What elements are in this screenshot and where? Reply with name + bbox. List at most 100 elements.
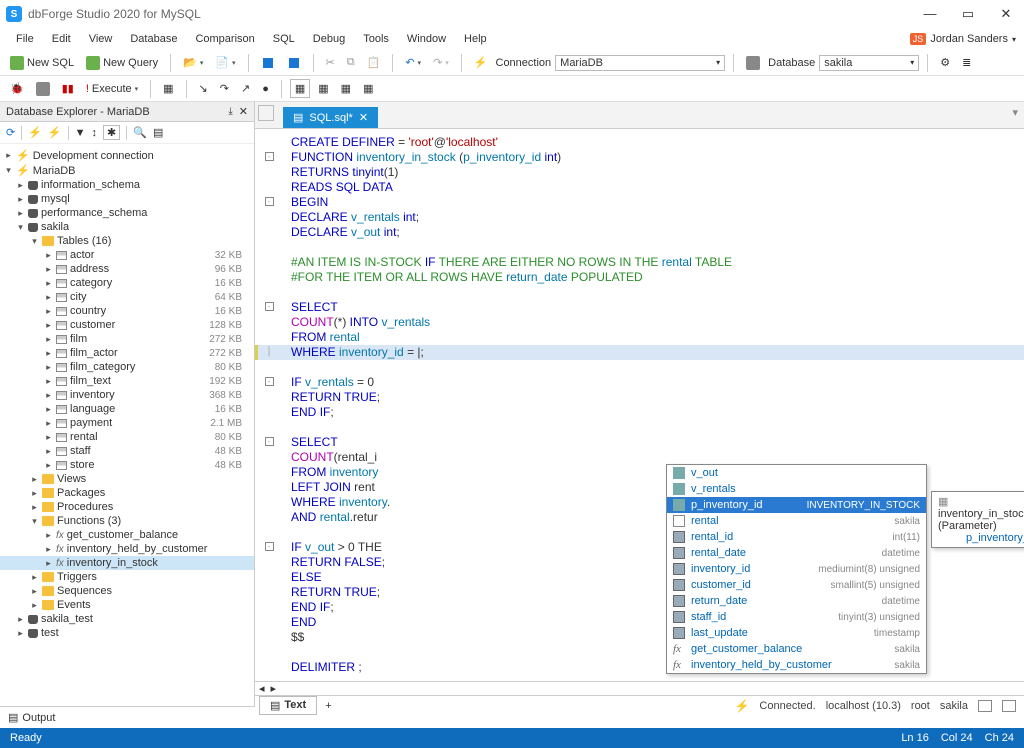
menu-database[interactable]: Database [122, 31, 185, 47]
view-icon-1[interactable] [978, 700, 992, 712]
activity-button[interactable]: ≣ [958, 54, 975, 71]
tree-node[interactable]: Triggers [57, 571, 97, 583]
layout-button[interactable]: ▦ [159, 80, 177, 97]
tree-node[interactable]: sakila_test [41, 613, 93, 625]
autocomplete-item[interactable]: customer_idsmallint(5) unsigned [667, 577, 926, 593]
refresh-icon[interactable]: ⟳ [6, 126, 15, 139]
autocomplete-item[interactable]: fxget_customer_balancesakila [667, 641, 926, 657]
menu-view[interactable]: View [81, 31, 121, 47]
h-scroll-left[interactable]: ◂ [259, 682, 265, 695]
autocomplete-item[interactable]: v_out [667, 465, 926, 481]
tree-node[interactable]: Procedures [57, 501, 113, 513]
step-out-button[interactable]: ↗ [237, 80, 254, 97]
tree-table-node[interactable]: ▸rental80 KB [0, 430, 254, 444]
stop-button[interactable]: ▮▮ [58, 80, 78, 97]
bp-button[interactable]: ● [258, 81, 273, 97]
tree-node[interactable]: Packages [57, 487, 105, 499]
step-over-button[interactable]: ↷ [216, 80, 233, 97]
tab-menu-icon[interactable]: ▾ [1006, 102, 1024, 128]
cut-button[interactable]: ✂ [322, 54, 339, 71]
code-editor[interactable]: - - - | - - - CREATE DEFINER = 'root'@'l… [255, 129, 1024, 681]
autocomplete-popup[interactable]: v_outv_rentalsp_inventory_idINVENTORY_IN… [666, 464, 927, 674]
menu-comparison[interactable]: Comparison [187, 31, 262, 47]
tree-table-node[interactable]: ▸address96 KB [0, 262, 254, 276]
tree-table-node[interactable]: ▸store48 KB [0, 458, 254, 472]
autocomplete-item[interactable]: p_inventory_idINVENTORY_IN_STOCK [667, 497, 926, 513]
tree-table-node[interactable]: ▸film_category80 KB [0, 360, 254, 374]
tree-table-node[interactable]: ▸inventory368 KB [0, 388, 254, 402]
maximize-button[interactable]: ▭ [956, 6, 980, 22]
tree-table-node[interactable]: ▸country16 KB [0, 304, 254, 318]
step-button[interactable]: ↘ [195, 80, 212, 97]
tree-node[interactable]: get_customer_balance [67, 529, 178, 541]
close-panel-icon[interactable]: ✕ [239, 105, 248, 118]
disconnect-icon[interactable]: ⚡ [48, 126, 62, 139]
tree-table-node[interactable]: ▸actor32 KB [0, 248, 254, 262]
paste-button[interactable]: 📋 [363, 54, 385, 71]
props-icon[interactable]: ▤ [153, 126, 163, 139]
db-tool-button[interactable] [32, 80, 54, 98]
tree-table-node[interactable]: ▸film272 KB [0, 332, 254, 346]
tree-node[interactable]: inventory_held_by_customer [67, 543, 208, 555]
tab-close-icon[interactable]: ✕ [359, 111, 368, 124]
autocomplete-item[interactable]: rental_datedatetime [667, 545, 926, 561]
options-button[interactable]: ⚙ [936, 54, 954, 71]
execute-button[interactable]: ! Execute▾ [82, 81, 142, 97]
save-all-button[interactable] [283, 54, 305, 72]
tree-node[interactable]: performance_schema [41, 207, 147, 219]
menu-sql[interactable]: SQL [265, 31, 303, 47]
minimize-button[interactable]: — [918, 6, 942, 22]
tree-table-node[interactable]: ▸payment2.1 MB [0, 416, 254, 430]
new-sql-button[interactable]: New SQL [6, 54, 78, 72]
autocomplete-item[interactable]: last_updatetimestamp [667, 625, 926, 641]
tree-node-selected[interactable]: inventory_in_stock [67, 557, 158, 569]
filter-icon[interactable]: ▼ [75, 127, 86, 139]
tree-node[interactable]: Tables (16) [57, 235, 111, 247]
autocomplete-item[interactable]: staff_idtinyint(3) unsigned [667, 609, 926, 625]
editor-tool-1[interactable] [258, 105, 274, 121]
tree-node[interactable]: Views [57, 473, 86, 485]
menu-window[interactable]: Window [399, 31, 454, 47]
new-query-button[interactable]: New Query [82, 54, 162, 72]
menu-file[interactable]: File [8, 31, 42, 47]
tree-node[interactable]: Sequences [57, 585, 112, 597]
tree-node[interactable]: Functions (3) [57, 515, 121, 527]
tree-node[interactable]: Events [57, 599, 91, 611]
tree-table-node[interactable]: ▸staff48 KB [0, 444, 254, 458]
copy-button[interactable]: ⧉ [343, 54, 359, 71]
text-view-tab[interactable]: ▤Text [259, 696, 317, 715]
tree-icon[interactable]: ✱ [103, 125, 120, 140]
tree-table-node[interactable]: ▸city64 KB [0, 290, 254, 304]
view1-button[interactable]: ▦ [290, 79, 310, 98]
find-icon[interactable]: 🔍 [133, 126, 147, 139]
save-button[interactable] [257, 54, 279, 72]
autocomplete-item[interactable]: inventory_idmediumint(8) unsigned [667, 561, 926, 577]
tree-table-node[interactable]: ▸category16 KB [0, 276, 254, 290]
tree-table-node[interactable]: ▸customer128 KB [0, 318, 254, 332]
undo-button[interactable]: ↶▾ [401, 54, 425, 71]
menu-help[interactable]: Help [456, 31, 495, 47]
view2-button[interactable]: ▦ [314, 80, 332, 97]
redo-button[interactable]: ↷▾ [429, 54, 453, 71]
tree-node[interactable]: test [41, 627, 59, 639]
explorer-tree[interactable]: ▸⚡Development connection ▾⚡MariaDB ▸info… [0, 144, 254, 706]
editor-tab[interactable]: ▤SQL.sql*✕ [283, 107, 378, 128]
autocomplete-item[interactable]: v_rentals [667, 481, 926, 497]
tree-node[interactable]: MariaDB [33, 165, 76, 177]
view-icon-2[interactable] [1002, 700, 1016, 712]
menu-tools[interactable]: Tools [355, 31, 397, 47]
autocomplete-item[interactable]: rental_idint(11) [667, 529, 926, 545]
new-button[interactable]: 📄▾ [211, 54, 239, 71]
add-view-button[interactable]: + [317, 698, 339, 714]
tree-node[interactable]: information_schema [41, 179, 140, 191]
tree-node[interactable]: mysql [41, 193, 70, 205]
h-scroll-right[interactable]: ▸ [271, 682, 277, 695]
tree-node[interactable]: sakila [41, 221, 69, 233]
connect-icon[interactable]: ⚡ [28, 126, 42, 139]
open-button[interactable]: 📂▾ [179, 54, 207, 71]
menu-debug[interactable]: Debug [305, 31, 353, 47]
tree-node[interactable]: Development connection [33, 150, 154, 162]
user-indicator[interactable]: JS Jordan Sanders ▾ [910, 33, 1016, 45]
tree-table-node[interactable]: ▸language16 KB [0, 402, 254, 416]
close-button[interactable]: ✕ [994, 6, 1018, 22]
